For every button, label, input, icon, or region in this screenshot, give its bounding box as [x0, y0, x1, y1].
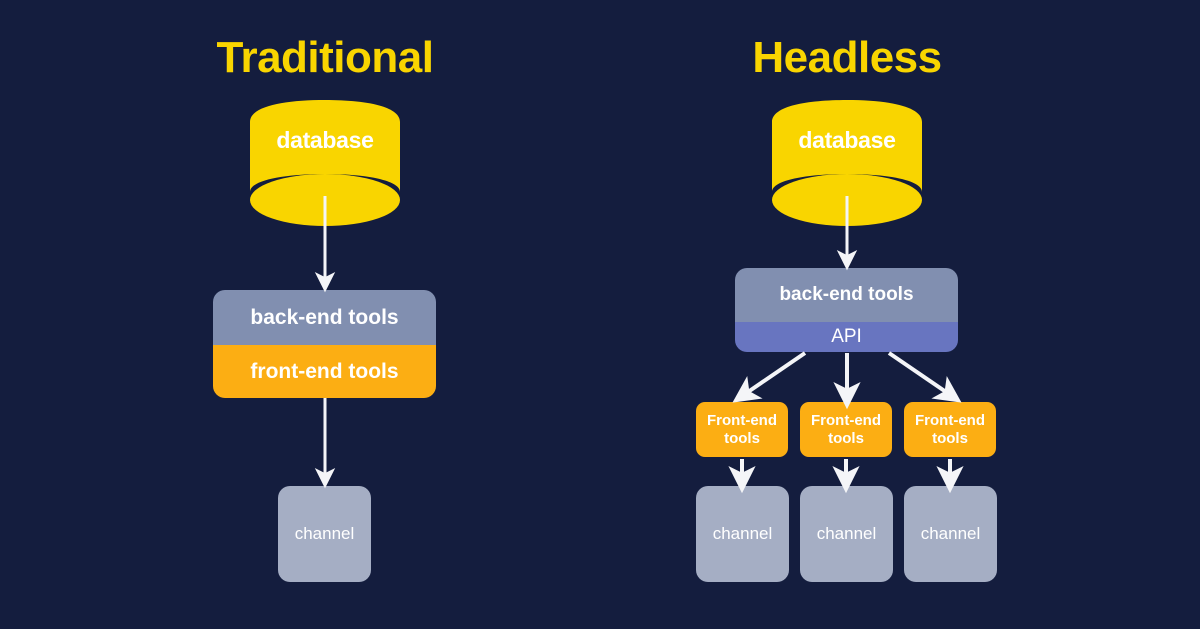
- stack-box-headless[interactable]: back-end tools API: [735, 268, 958, 352]
- channel-label: channel: [712, 524, 773, 543]
- database-base-ellipse: [772, 174, 922, 226]
- channel-label: channel: [920, 524, 981, 543]
- backend-tools-band: back-end tools: [735, 268, 958, 322]
- frontend-tools-label: Front-end tools: [915, 412, 985, 447]
- database-base-ellipse: [250, 174, 400, 226]
- channel-box[interactable]: channel: [696, 486, 789, 582]
- api-band: API: [735, 322, 958, 352]
- frontend-tools-label: Front-end tools: [811, 412, 881, 447]
- frontend-tools-box[interactable]: Front-end tools: [904, 402, 996, 457]
- channel-box[interactable]: channel: [278, 486, 371, 582]
- stack-box-traditional[interactable]: back-end tools front-end tools: [213, 290, 436, 398]
- channel-label: channel: [816, 524, 877, 543]
- channel-box[interactable]: channel: [800, 486, 893, 582]
- frontend-tools-label: Front-end tools: [707, 412, 777, 447]
- channel-label: channel: [294, 524, 355, 543]
- arrow-layer: [314, 196, 964, 494]
- arrow-api-to-frontend-3: [887, 351, 962, 403]
- frontend-tools-box[interactable]: Front-end tools: [696, 402, 788, 457]
- frontend-tools-box[interactable]: Front-end tools: [800, 402, 892, 457]
- diagram-canvas: Traditional Headless database back-end t…: [0, 0, 1200, 629]
- database-cylinder-headless: database: [772, 100, 922, 230]
- column-title-headless: Headless: [752, 33, 942, 82]
- database-cylinder-traditional: database: [250, 100, 400, 230]
- backend-tools-band: back-end tools: [213, 290, 436, 345]
- frontend-tools-band: front-end tools: [213, 345, 436, 398]
- channel-box[interactable]: channel: [904, 486, 997, 582]
- column-title-traditional: Traditional: [216, 33, 434, 82]
- arrow-api-to-frontend-1: [732, 351, 807, 403]
